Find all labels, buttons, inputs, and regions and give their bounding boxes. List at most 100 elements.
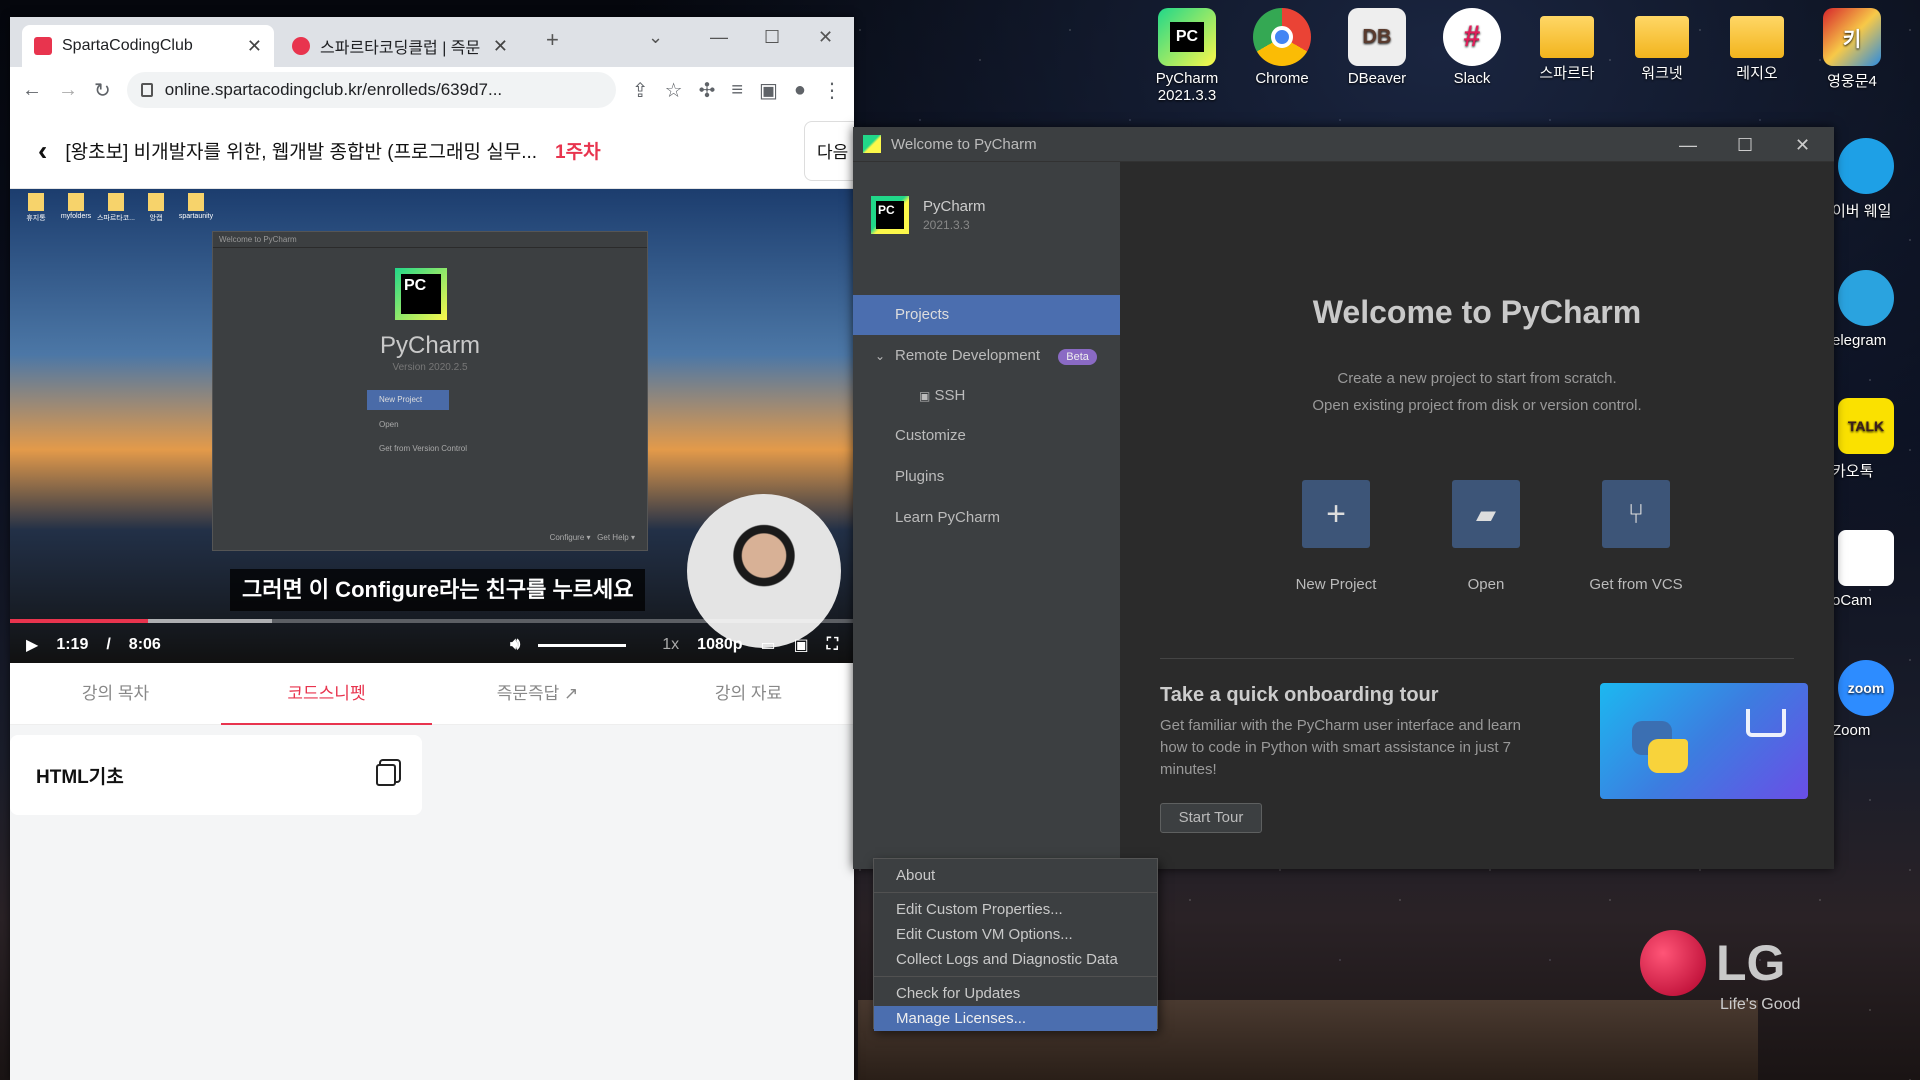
- media-queue-icon[interactable]: ≡: [731, 79, 743, 102]
- forward-arrow-icon[interactable]: →: [58, 79, 78, 102]
- menu-item-manage-licenses[interactable]: Manage Licenses...: [874, 1006, 1157, 1031]
- copy-icon[interactable]: [376, 764, 396, 786]
- volume-icon[interactable]: 🔊︎: [510, 636, 520, 654]
- video-player[interactable]: 휴지통 myfolders 스파르타코... 앙캡 spartaunity We…: [10, 189, 854, 663]
- tab-close-icon[interactable]: ✕: [493, 36, 508, 57]
- tab-instant-qna[interactable]: 즉문즉답 ↗: [432, 663, 643, 724]
- maximize-icon[interactable]: ☐: [764, 27, 780, 48]
- pycharm-icon: PC: [1158, 8, 1216, 66]
- maximize-icon[interactable]: ☐: [1737, 135, 1753, 156]
- video-desktop-icon: myfolders: [56, 193, 96, 220]
- reload-icon[interactable]: ↻: [94, 78, 111, 103]
- desktop-icon-folder-sparta[interactable]: 스파르타: [1525, 8, 1609, 83]
- window-title: Welcome to PyCharm: [891, 135, 1037, 153]
- url-bar[interactable]: online.spartacodingclub.kr/enrolleds/639…: [126, 72, 616, 108]
- course-title: [왕초보] 비개발자를 위한, 웹개발 종합반 (프로그래밍 실무...: [65, 142, 538, 163]
- new-project-button[interactable]: + New Project: [1256, 480, 1416, 593]
- desktop-icon-folder-regio[interactable]: 레지오: [1715, 8, 1799, 83]
- desktop-icon-ocam[interactable]: oCam: [1832, 530, 1920, 609]
- desktop-icon-pycharm[interactable]: PC PyCharm 2021.3.3: [1145, 8, 1229, 104]
- desktop-icon-label: 스파르타: [1539, 65, 1595, 82]
- zoom-icon: zoom: [1838, 660, 1894, 716]
- menu-item-check-for-updates[interactable]: Check for Updates: [874, 981, 1157, 1006]
- tab-search-chevron-icon[interactable]: ⌄: [648, 27, 663, 48]
- terminal-icon: ▣: [919, 389, 931, 403]
- back-chevron-icon[interactable]: ‹: [38, 135, 47, 167]
- captions-icon[interactable]: ▭: [761, 635, 776, 655]
- desktop-icon-chrome[interactable]: Chrome: [1240, 8, 1324, 87]
- graduation-cap-icon: [1746, 709, 1786, 737]
- tab-code-snippet[interactable]: 코드스니펫: [221, 663, 432, 725]
- close-icon[interactable]: ✕: [1795, 135, 1810, 156]
- desktop-icon-label: 레지오: [1736, 65, 1778, 82]
- desktop-icon-zoom[interactable]: zoom Zoom: [1832, 660, 1920, 739]
- menu-item-collect-logs[interactable]: Collect Logs and Diagnostic Data: [874, 947, 1157, 972]
- nav-ssh[interactable]: ▣ SSH: [853, 376, 1120, 416]
- side-panel-icon[interactable]: ▣: [759, 78, 778, 103]
- desktop-icon-folder-worknet[interactable]: 워크넷: [1620, 8, 1704, 83]
- quality-label[interactable]: 1080p: [697, 636, 742, 654]
- tab-lecture-materials[interactable]: 강의 자료: [643, 663, 854, 724]
- inner-new-project: New Project: [367, 390, 449, 410]
- extensions-puzzle-icon[interactable]: ✣: [699, 78, 716, 103]
- playback-rate[interactable]: 1x: [662, 636, 679, 654]
- tab-instant-qna-label: 즉문즉답: [496, 684, 560, 703]
- desktop-icon-youngwoongmun[interactable]: 키 영웅문4: [1810, 8, 1894, 91]
- tab-lecture-contents[interactable]: 강의 목차: [10, 663, 221, 724]
- menu-item-edit-custom-properties[interactable]: Edit Custom Properties...: [874, 897, 1157, 922]
- browser-tab-strip: SpartaCodingClub ✕ 스파르타코딩클럽 | 즉문 ✕ + ⌄ —…: [10, 17, 854, 67]
- start-tour-button[interactable]: Start Tour: [1160, 803, 1262, 833]
- video-progress-bar[interactable]: [10, 619, 854, 623]
- snippet-card[interactable]: HTML기초: [10, 735, 422, 815]
- folder-icon: [1730, 16, 1784, 58]
- pip-icon[interactable]: ▣: [794, 635, 809, 655]
- action-label: Get from VCS: [1589, 576, 1683, 593]
- action-label: New Project: [1295, 576, 1377, 593]
- nav-plugins[interactable]: Plugins: [853, 457, 1120, 497]
- profile-avatar-icon[interactable]: ●: [794, 79, 806, 102]
- new-tab-button[interactable]: +: [546, 27, 559, 53]
- nav-learn-pycharm[interactable]: Learn PyCharm: [853, 498, 1120, 538]
- video-subtitle: 그러면 이 Configure라는 친구를 누르세요: [230, 569, 646, 611]
- folder-icon: [1540, 16, 1594, 58]
- nav-remote-development[interactable]: ⌄ Remote Development Beta: [853, 336, 1120, 376]
- video-desktop-icon: 앙캡: [136, 193, 176, 223]
- desktop-icon-dbeaver[interactable]: DB DBeaver: [1335, 8, 1419, 87]
- welcome-subtitle-1: Create a new project to start from scrat…: [1337, 370, 1617, 387]
- get-from-vcs-button[interactable]: ⑂ Get from VCS: [1556, 480, 1716, 593]
- nav-projects[interactable]: Projects: [853, 295, 1120, 335]
- minimize-icon[interactable]: —: [1679, 135, 1697, 156]
- lock-icon: [140, 83, 153, 97]
- chrome-browser-window: SpartaCodingClub ✕ 스파르타코딩클럽 | 즉문 ✕ + ⌄ —…: [10, 17, 854, 1080]
- next-lesson-button[interactable]: 다음: [804, 121, 854, 181]
- bookmark-star-icon[interactable]: ☆: [665, 78, 683, 103]
- brand-name: PyCharm: [923, 198, 986, 215]
- browser-tab-qna[interactable]: 스파르타코딩클럽 | 즉문 ✕: [280, 25, 520, 67]
- desktop-icon-whale[interactable]: 이버 웨일: [1832, 138, 1920, 221]
- open-button[interactable]: ▰ Open: [1406, 480, 1566, 593]
- video-desktop-icon: 스파르타코...: [96, 193, 136, 223]
- desktop-icon-slack[interactable]: # Slack: [1430, 8, 1514, 87]
- share-icon[interactable]: ⇪: [632, 78, 649, 103]
- tab-close-icon[interactable]: ✕: [247, 36, 262, 57]
- lg-logo-mark: [1640, 930, 1706, 996]
- tab-title: 스파르타코딩클럽 | 즉문: [320, 40, 481, 57]
- menu-item-edit-custom-vm-options[interactable]: Edit Custom VM Options...: [874, 922, 1157, 947]
- desktop-icon-label: PyCharm 2021.3.3: [1155, 70, 1219, 104]
- snippet-content-area: HTML기초: [10, 725, 854, 1080]
- menu-item-about[interactable]: About: [874, 863, 1157, 888]
- volume-slider[interactable]: [538, 643, 627, 647]
- desktop-icon-label: oCam: [1832, 592, 1873, 609]
- nav-customize[interactable]: Customize: [853, 416, 1120, 456]
- back-arrow-icon[interactable]: ←: [22, 79, 42, 102]
- desktop-icon-telegram[interactable]: elegram: [1832, 270, 1920, 349]
- fullscreen-icon[interactable]: ⛶: [827, 636, 838, 654]
- close-window-icon[interactable]: ✕: [818, 27, 833, 48]
- nav-label: Remote Development: [895, 347, 1041, 364]
- play-icon[interactable]: ▶: [26, 635, 38, 655]
- minimize-icon[interactable]: —: [710, 27, 728, 48]
- more-menu-icon[interactable]: ⋮: [822, 78, 842, 103]
- desktop-icon-kakaotalk[interactable]: TALK 카오톡: [1832, 398, 1920, 481]
- browser-tab-sparta[interactable]: SpartaCodingClub ✕: [22, 25, 274, 67]
- youngwoongmun-icon: 키: [1823, 8, 1881, 66]
